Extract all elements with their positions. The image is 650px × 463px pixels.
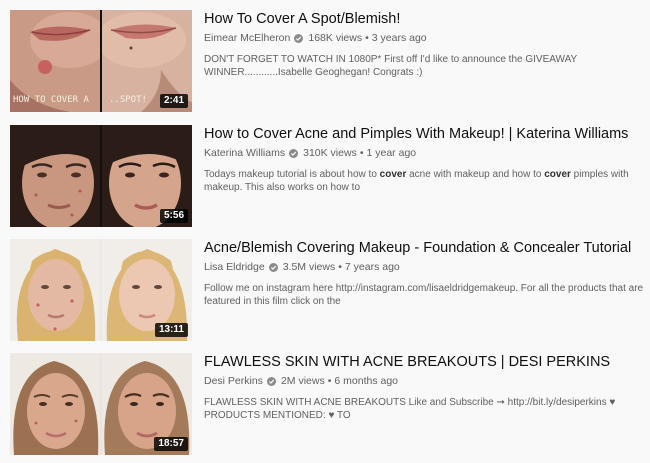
video-info: How to Cover Acne and Pimples With Makeu…	[204, 125, 650, 194]
duration-badge: 5:56	[159, 209, 188, 223]
verified-check-icon	[289, 149, 299, 158]
video-thumbnail[interactable]: 5:56	[10, 125, 192, 227]
video-thumbnail[interactable]: 18:57	[10, 353, 192, 455]
thumbnail-divider	[100, 353, 102, 455]
video-meta: Lisa Eldridge 3.5M views • 7 years ago	[204, 261, 650, 274]
view-count: 3.5M views	[282, 261, 336, 273]
thumbnail-image: HOW TO COVER A	[10, 10, 101, 112]
duration-badge: 13:11	[154, 323, 188, 337]
video-meta: Katerina Williams 310K views • 1 year ag…	[204, 147, 650, 160]
view-count: 168K views	[308, 32, 363, 44]
thumbnail-text: HOW TO COVER A	[13, 95, 89, 105]
thumbnail-divider	[100, 239, 102, 341]
video-thumbnail[interactable]: HOW TO COVER A ..SPOT! 2:41	[10, 10, 192, 112]
thumbnail-divider	[100, 125, 102, 227]
separator-dot: •	[365, 32, 369, 44]
channel-name[interactable]: Desi Perkins	[204, 375, 263, 388]
video-description: Todays makeup tutorial is about how to c…	[204, 168, 650, 194]
video-result[interactable]: 5:56 How to Cover Acne and Pimples With …	[10, 125, 650, 227]
description-text: Todays makeup tutorial is about how to	[204, 169, 380, 180]
upload-age: 1 year ago	[366, 147, 417, 159]
description-keyword: cover	[544, 169, 571, 180]
video-title[interactable]: Acne/Blemish Covering Makeup - Foundatio…	[204, 239, 650, 257]
thumbnail-image	[10, 239, 101, 341]
thumbnail-divider	[100, 10, 102, 112]
video-info: How To Cover A Spot/Blemish! Eimear McEl…	[204, 10, 650, 79]
video-result[interactable]: 13:11 Acne/Blemish Covering Makeup - Fou…	[10, 239, 650, 341]
view-count: 2M views	[280, 375, 325, 387]
thumbnail-text: ..SPOT!	[109, 95, 147, 105]
video-description: Follow me on instagram here http://insta…	[204, 282, 650, 308]
view-count: 310K views	[303, 147, 357, 159]
video-thumbnail[interactable]: 13:11	[10, 239, 192, 341]
description-text: FLAWLESS SKIN WITH ACNE BREAKOUTS Like a…	[204, 397, 616, 421]
channel-name[interactable]: Lisa Eldridge	[204, 261, 265, 274]
video-title[interactable]: FLAWLESS SKIN WITH ACNE BREAKOUTS | DESI…	[204, 353, 650, 371]
thumbnail-image	[10, 125, 101, 227]
video-title[interactable]: How To Cover A Spot/Blemish!	[204, 10, 650, 28]
verified-check-icon	[268, 263, 278, 272]
channel-name[interactable]: Katerina Williams	[204, 147, 285, 160]
video-result[interactable]: 18:57 FLAWLESS SKIN WITH ACNE BREAKOUTS …	[10, 353, 650, 455]
channel-name[interactable]: Eimear McElheron	[204, 32, 290, 45]
video-result[interactable]: HOW TO COVER A ..SPOT! 2:41 How To Cover…	[10, 10, 650, 112]
duration-badge: 18:57	[154, 437, 188, 451]
video-description: FLAWLESS SKIN WITH ACNE BREAKOUTS Like a…	[204, 396, 650, 422]
description-keyword: cover	[379, 169, 407, 180]
video-info: Acne/Blemish Covering Makeup - Foundatio…	[204, 239, 650, 308]
video-info: FLAWLESS SKIN WITH ACNE BREAKOUTS | DESI…	[204, 353, 650, 422]
upload-age: 7 years ago	[344, 261, 400, 273]
description-text: acne with makeup and how to	[406, 169, 545, 180]
video-description: DON'T FORGET TO WATCH IN 1080P* First of…	[204, 53, 650, 79]
video-meta: Desi Perkins 2M views • 6 months ago	[204, 375, 650, 388]
duration-badge: 2:41	[159, 94, 188, 108]
description-text: DON'T FORGET TO WATCH IN 1080P* First of…	[204, 54, 578, 78]
verified-check-icon	[266, 377, 276, 386]
separator-dot: •	[327, 375, 332, 387]
thumbnail-image	[10, 353, 101, 455]
video-meta: Eimear McElheron 168K views • 3 years ag…	[204, 32, 650, 45]
separator-dot: •	[338, 261, 342, 273]
video-title[interactable]: How to Cover Acne and Pimples With Makeu…	[204, 125, 650, 143]
description-text: Follow me on instagram here http://insta…	[204, 283, 644, 307]
separator-dot: •	[359, 147, 364, 159]
upload-age: 6 months ago	[334, 375, 399, 387]
upload-age: 3 years ago	[371, 32, 427, 44]
verified-check-icon	[294, 34, 304, 43]
